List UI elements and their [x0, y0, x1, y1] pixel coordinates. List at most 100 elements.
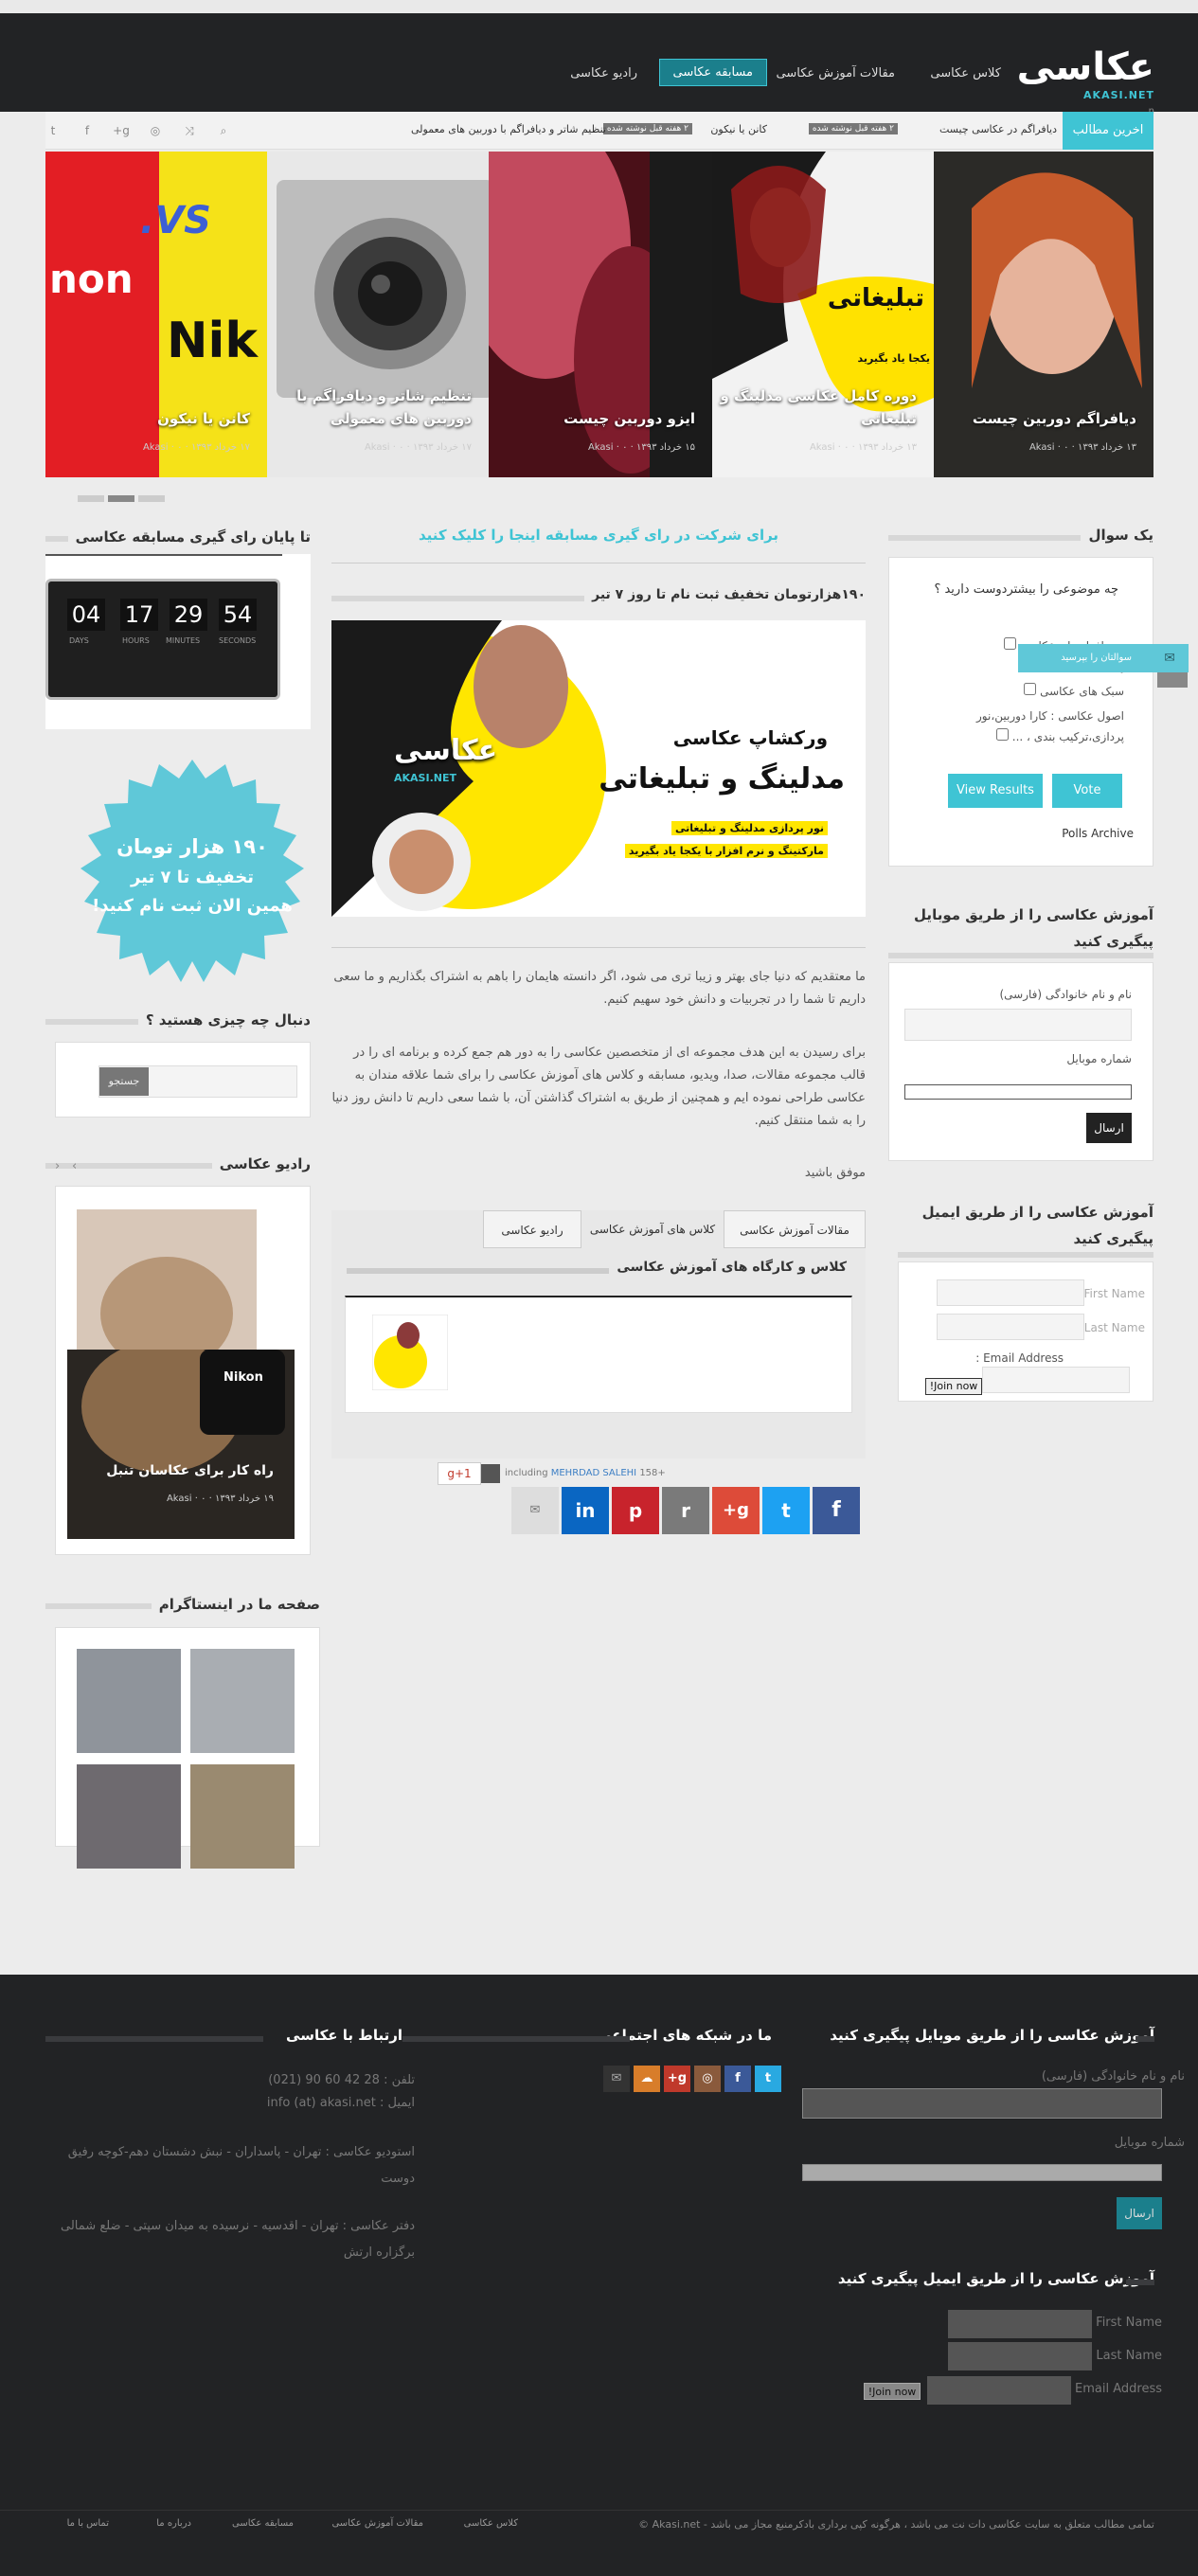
slide[interactable]: تنظیم شاتر و دیافراگم با دوربین های معمو… [267, 152, 489, 477]
linkedin-icon[interactable]: in [562, 1487, 609, 1534]
site-logo[interactable]: عکاسی [1017, 45, 1155, 89]
footer-join-button[interactable]: Join now! [864, 2383, 921, 2400]
footer-email-input[interactable] [927, 2376, 1071, 2405]
slide[interactable]: دیافراگم دوربین چیست ۱۳ خرداد ۱۳۹۳ · Aka… [934, 152, 1153, 477]
discount-badge[interactable]: ۱۹۰ هزار تومان تخفیف تا ۷ تیر همین الان … [74, 758, 311, 994]
insta-thumb[interactable] [77, 1649, 181, 1753]
slider-dot[interactable] [78, 495, 104, 502]
vote-button[interactable]: Vote [1052, 774, 1122, 808]
slider-dot[interactable] [138, 495, 165, 502]
email-icon[interactable]: ✉ [603, 2066, 630, 2092]
email-input[interactable] [982, 1367, 1130, 1393]
countdown-days: 04 [67, 599, 105, 631]
nav-contest[interactable]: مسابقه عکاسی [658, 59, 767, 86]
footer-phone-input[interactable] [802, 2164, 1162, 2181]
pinterest-icon[interactable]: p [612, 1487, 659, 1534]
slide-title[interactable]: دوره کامل عکاسی مدلینگ و تبلیغاتی [718, 385, 917, 430]
mobile-phone-label: شماره موبایل [1066, 1052, 1132, 1065]
facebook-share-icon[interactable]: f [813, 1487, 860, 1534]
radio-post-title[interactable]: راه کار برای عکاسان تنبل [106, 1463, 274, 1478]
view-results-button[interactable]: View Results [948, 774, 1043, 808]
footer-link[interactable]: تماس با ما [67, 2518, 109, 2529]
radio-box: Nikon راه کار برای عکاسان تنبل ۱۹ خرداد … [55, 1186, 311, 1555]
poll-option[interactable]: سبک های عکاسی [1024, 683, 1124, 698]
mobile-send-button[interactable]: ارسال [1086, 1113, 1132, 1143]
chevron-right-icon[interactable]: › [72, 1159, 77, 1173]
footer-send-button[interactable]: ارسال [1117, 2197, 1162, 2229]
poll-checkbox[interactable] [1003, 637, 1016, 650]
mobile-name-label: نام و نام خانوادگی (فارسی) [999, 988, 1132, 1001]
footer-link[interactable]: مقالات آموزش عکاسی [331, 2518, 423, 2529]
radio-post[interactable]: Nikon راه کار برای عکاسان تنبل ۱۹ خرداد … [67, 1350, 295, 1539]
contest-link[interactable]: برای شرکت در رای گیری مسابقه اینجا را کل… [331, 527, 866, 544]
nav-radio[interactable]: رادیو عکاسی [570, 66, 637, 80]
facebook-icon[interactable]: f [724, 2066, 751, 2092]
shuffle-icon[interactable]: ⤨ [178, 119, 201, 142]
mobile-phone-input[interactable] [904, 1084, 1132, 1100]
footer-first-input[interactable] [948, 2310, 1092, 2338]
footer-link[interactable]: کلاس عکاسی [464, 2518, 518, 2529]
nav-articles[interactable]: مقالات آموزش عکاسی [777, 66, 895, 80]
tab-classes[interactable]: کلاس های آموزش عکاسی [581, 1210, 724, 1250]
post-title[interactable]: ۱۹۰هزارتومان تخفیف ثبت نام تا روز ۷ تیر [584, 587, 866, 602]
nav-class[interactable]: کلاس عکاسی [930, 66, 1001, 80]
slide[interactable]: non VS. Nik کانن یا نیکون ۱۷ خرداد ۱۳۹۳ … [45, 152, 267, 477]
twitter-icon[interactable]: t [755, 2066, 781, 2092]
cloud-icon[interactable]: ☁ [634, 2066, 660, 2092]
instagram-icon[interactable]: ◎ [694, 2066, 721, 2092]
ticker-item[interactable]: کانن یا نیکون [710, 123, 767, 135]
slider-dot[interactable] [108, 495, 134, 502]
poll-checkbox[interactable] [995, 728, 1009, 741]
first-name-input[interactable] [937, 1279, 1084, 1306]
poll-option[interactable]: اصول عکاسی : کارا دوربین،نور پردازی،ترکی… [935, 706, 1124, 747]
avatar [481, 1464, 500, 1483]
join-button[interactable]: Join now! [925, 1378, 982, 1395]
search-button[interactable]: جستجو [99, 1067, 149, 1096]
search-icon[interactable]: ⌕ [212, 119, 235, 142]
ticker-item[interactable]: تنظیم شاتر و دیافراگم با دوربین های معمو… [411, 123, 606, 135]
tab-radio[interactable]: رادیو عکاسی [483, 1210, 581, 1248]
slide-title[interactable]: تنظیم شاتر و دیافراگم با دوربین های معمو… [282, 385, 472, 430]
ticker-badge: ۲ هفته قبل نوشته شده [808, 123, 898, 134]
gplus-share-icon[interactable]: g+ [712, 1487, 760, 1534]
mobile-name-input[interactable] [904, 1009, 1132, 1041]
ask-question-tab[interactable]: سوالتان را بپرسید ✉ [1018, 644, 1189, 672]
chevron-left-icon[interactable]: ‹ [55, 1159, 60, 1173]
slide[interactable]: تبلیغاتی یکجا یاد بگیرید دوره کامل عکاسی… [712, 152, 934, 477]
slide-title[interactable]: ایزو دوربین چیست [563, 407, 695, 430]
slide-title[interactable]: کانن یا نیکون [157, 407, 250, 430]
tab-articles[interactable]: مقالات آموزش عکاسی [724, 1210, 866, 1248]
contact-line: ایمیل : info (at) akasi.net [266, 2096, 415, 2110]
insta-thumb[interactable] [190, 1649, 295, 1753]
twitter-icon[interactable]: t [42, 119, 64, 142]
poll-widget: یک سوال [888, 527, 1153, 544]
twitter-share-icon[interactable]: t [762, 1487, 810, 1534]
slide[interactable]: ایزو دوربین چیست ۱۵ خرداد ۱۳۹۳ · Akasi ·… [489, 152, 712, 477]
promo-image[interactable]: عکاسی AKASI.NET ورکشاپ عکاسی مدلینگ و تب… [331, 620, 866, 917]
footer-link[interactable]: درباره ما [156, 2518, 191, 2529]
radio-widget: رادیو عکاسی ‹ › [45, 1155, 311, 1173]
gplus-button[interactable]: g+1 [438, 1462, 481, 1485]
slide-title[interactable]: دیافراگم دوربین چیست [973, 407, 1136, 430]
footer-last-input[interactable] [948, 2342, 1092, 2370]
reddit-icon[interactable]: r [662, 1487, 709, 1534]
last-name-input[interactable] [937, 1314, 1084, 1340]
poll-box: چه موضوعی را بیشتردوست دارید ؟ نرم افزار… [888, 557, 1153, 867]
insta-thumb[interactable] [77, 1764, 181, 1869]
insta-thumb[interactable] [190, 1764, 295, 1869]
facebook-icon[interactable]: f [76, 119, 98, 142]
polls-archive-link[interactable]: Polls Archive [1062, 827, 1134, 840]
tab-heading-row: کلاس و کارگاه های آموزش عکاسی [347, 1260, 847, 1275]
email-share-icon[interactable]: ✉ [511, 1487, 559, 1534]
footer-link[interactable]: مسابقه عکاسی [232, 2518, 294, 2529]
instagram-icon[interactable]: ◎ [144, 119, 167, 142]
gplus-icon[interactable]: g+ [110, 119, 133, 142]
poll-checkbox[interactable] [1024, 683, 1037, 695]
class-thumb[interactable] [372, 1315, 448, 1390]
ticker-item[interactable]: دیافراگم در عکاسی چیست [939, 123, 1057, 135]
gplus-icon[interactable]: g+ [664, 2066, 690, 2092]
footer-phone-label: شماره موبایل [1114, 2136, 1185, 2150]
footer-name-input[interactable] [802, 2088, 1162, 2119]
radio-post-brand: Nikon [224, 1370, 263, 1385]
search-box: جستجو [55, 1042, 311, 1118]
